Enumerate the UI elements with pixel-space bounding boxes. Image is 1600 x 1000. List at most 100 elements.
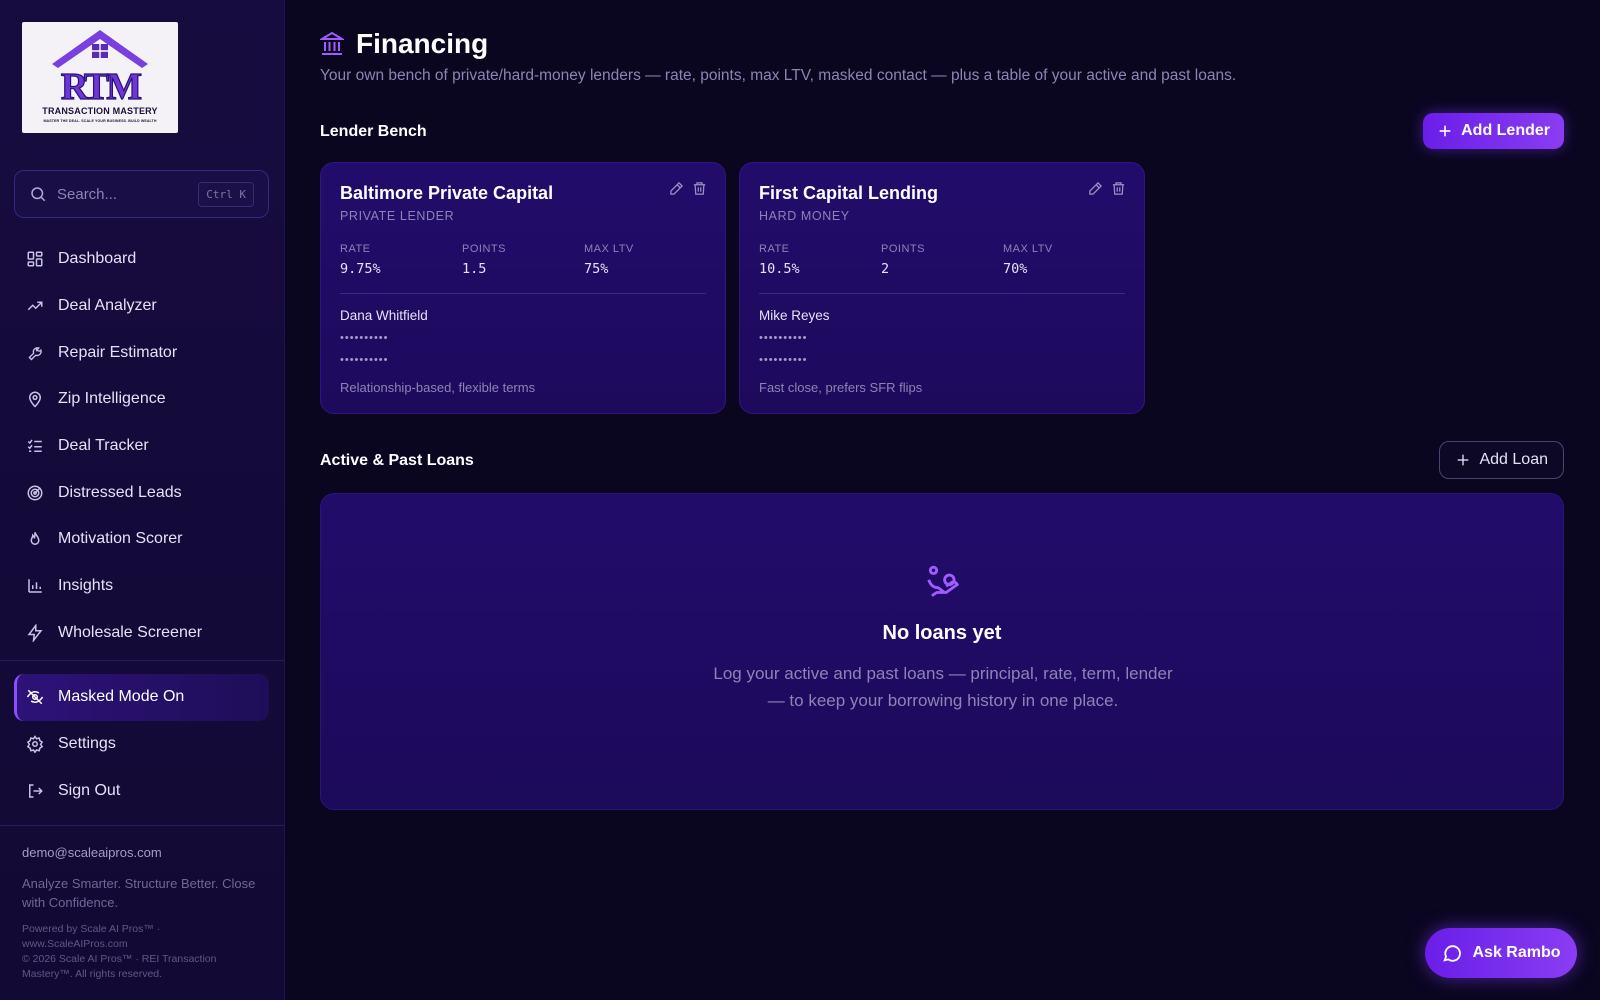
nav-sign-out[interactable]: Sign Out	[14, 767, 269, 814]
rate-stat: RATE 10.5%	[759, 243, 881, 277]
lender-note: Relationship-based, flexible terms	[340, 380, 536, 395]
points-stat: POINTS 2	[881, 243, 1003, 277]
nav-wholesale-screener[interactable]: Wholesale Screener	[14, 610, 269, 657]
page-header: Financing	[320, 28, 488, 60]
wrench-icon	[28, 346, 42, 361]
ask-rambo-label: Ask Rambo	[1472, 944, 1561, 961]
plus-icon	[1458, 454, 1469, 466]
nav-settings[interactable]: Settings	[14, 721, 269, 768]
trending-up-icon	[27, 301, 43, 311]
zap-icon	[27, 623, 43, 642]
add-loan-label: Add Loan	[1479, 451, 1548, 468]
nav-label: Deal Tracker	[58, 437, 149, 455]
card-actions	[669, 181, 707, 196]
sidebar: RTM TRANSACTION MASTERY MASTER THE DEAL.…	[0, 0, 285, 1000]
gear-icon	[26, 735, 44, 754]
lender-type: PRIVATE LENDER	[340, 209, 455, 223]
loans-title: Active & Past Loans	[320, 452, 474, 469]
plus-icon	[1439, 125, 1451, 137]
nav-label: Insights	[58, 577, 114, 595]
rate-label: RATE	[759, 243, 790, 255]
max-ltv-label: MAX LTV	[1003, 243, 1053, 255]
trash-icon[interactable]	[692, 181, 707, 196]
nav-label: Dashboard	[58, 250, 137, 268]
rate-value: 9.75%	[340, 261, 381, 277]
nav-deal-tracker[interactable]: Deal Tracker	[14, 423, 269, 470]
grid-icon	[27, 251, 43, 267]
nav-deal-analyzer[interactable]: Deal Analyzer	[14, 283, 269, 330]
nav-dashboard[interactable]: Dashboard	[14, 236, 269, 283]
main-nav: Dashboard Deal Analyzer Repair Estimator…	[14, 236, 269, 656]
lender-card: Baltimore Private Capital PRIVATE LENDER…	[320, 162, 726, 414]
nav-label: Repair Estimator	[58, 343, 178, 361]
nav-repair-estimator[interactable]: Repair Estimator	[14, 329, 269, 376]
page-title: Financing	[356, 28, 489, 59]
lender-name: First Capital Lending	[759, 183, 939, 203]
masked-mode-toggle[interactable]: Masked Mode On	[14, 674, 269, 721]
page-subtitle: Your own bench of private/hard-money len…	[320, 67, 1237, 84]
lender-note: Fast close, prefers SFR flips	[759, 380, 923, 395]
loans-empty-state: No loans yet Log your active and past lo…	[320, 493, 1564, 810]
nav-label: Masked Mode On	[58, 688, 185, 706]
points-stat: POINTS 1.5	[462, 243, 584, 277]
flame-icon	[30, 532, 40, 546]
nav-insights[interactable]: Insights	[14, 563, 269, 610]
secondary-nav: Masked Mode On Settings Sign Out	[14, 674, 269, 814]
nav-label: Distressed Leads	[58, 483, 182, 501]
bank-icon	[320, 31, 344, 55]
max-ltv-label: MAX LTV	[584, 243, 634, 255]
nav-distressed-leads[interactable]: Distressed Leads	[14, 469, 269, 516]
brand-logo[interactable]: RTM TRANSACTION MASTERY MASTER THE DEAL.…	[22, 22, 178, 133]
max-ltv-stat: MAX LTV 70%	[1003, 243, 1125, 277]
search-shortcut: Ctrl K	[198, 181, 254, 207]
add-loan-button[interactable]: Add Loan	[1439, 441, 1564, 479]
card-actions	[1088, 181, 1126, 196]
lender-stats: RATE 9.75% POINTS 1.5 MAX LTV 75%	[340, 243, 706, 277]
nav-motivation-scorer[interactable]: Motivation Scorer	[14, 516, 269, 563]
masked-phone: ••••••••••	[340, 332, 389, 344]
search-icon	[31, 187, 46, 202]
lender-card: First Capital Lending HARD MONEY RATE 10.…	[739, 162, 1145, 414]
masked-email: ••••••••••	[759, 354, 808, 366]
masked-email: ••••••••••	[340, 354, 389, 366]
edit-icon[interactable]	[669, 181, 684, 196]
trash-icon[interactable]	[1111, 181, 1126, 196]
lender-stats: RATE 10.5% POINTS 2 MAX LTV 70%	[759, 243, 1125, 277]
chat-icon	[1443, 945, 1462, 962]
lender-bench-title: Lender Bench	[320, 123, 427, 140]
user-email: demo@scaleaipros.com	[22, 845, 162, 860]
nav-label: Deal Analyzer	[58, 297, 157, 315]
empty-text: Log your active and past loans — princip…	[713, 664, 1173, 710]
masked-phone: ••••••••••	[759, 332, 808, 344]
rtm-house-logo-icon: RTM	[52, 30, 148, 109]
brand-tagline: Analyze Smarter. Structure Better. Close…	[22, 876, 256, 910]
nav-label: Zip Intelligence	[58, 390, 166, 408]
nav-label: Wholesale Screener	[58, 623, 203, 641]
points-value: 2	[881, 261, 890, 277]
footer-divider	[0, 825, 285, 826]
logo-tagline: MASTER THE DEAL. SCALE YOUR BUSINESS. BU…	[43, 119, 157, 123]
max-ltv-value: 75%	[584, 261, 609, 277]
points-label: POINTS	[462, 243, 506, 255]
rate-stat: RATE 9.75%	[340, 243, 462, 277]
add-lender-button[interactable]: Add Lender	[1423, 113, 1564, 149]
max-ltv-stat: MAX LTV 75%	[584, 243, 706, 277]
empty-title: No loans yet	[882, 622, 1002, 644]
rate-label: RATE	[340, 243, 371, 255]
search-input[interactable]: Search... Ctrl K	[14, 170, 269, 218]
eye-off-icon	[26, 690, 44, 705]
sidebar-footer: demo@scaleaipros.com Analyze Smarter. St…	[22, 845, 262, 982]
contact-name: Dana Whitfield	[340, 308, 428, 323]
card-divider	[759, 293, 1125, 294]
ask-rambo-button[interactable]: Ask Rambo	[1425, 928, 1577, 978]
nav-zip-intelligence[interactable]: Zip Intelligence	[14, 376, 269, 423]
powered-by: Powered by Scale AI Pros™ · www.ScaleAIP…	[22, 923, 161, 950]
radar-icon	[27, 485, 43, 501]
sign-out-icon	[29, 783, 43, 798]
nav-divider	[0, 660, 285, 661]
card-divider	[340, 293, 706, 294]
edit-icon[interactable]	[1088, 181, 1103, 196]
add-lender-label: Add Lender	[1461, 122, 1550, 139]
nav-label: Sign Out	[58, 781, 121, 799]
points-label: POINTS	[881, 243, 925, 255]
